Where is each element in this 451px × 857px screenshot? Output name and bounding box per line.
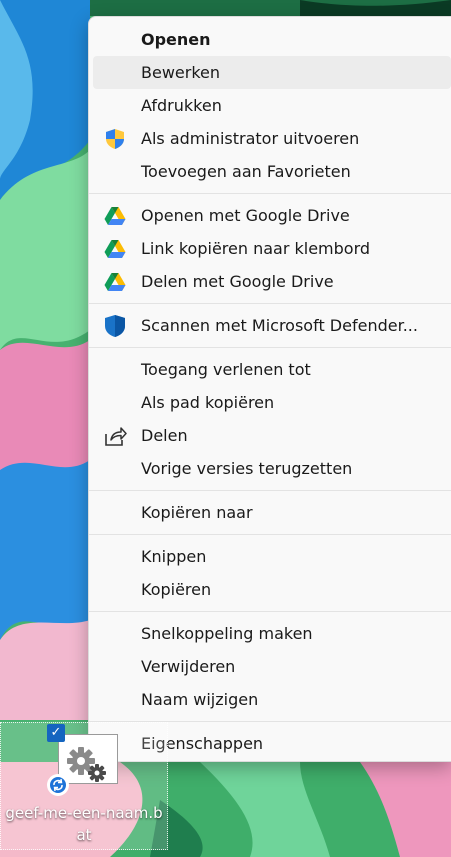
file-name-label[interactable]: geef-me-een-naam.b at: [0, 802, 168, 846]
menu-item-kopieren-naar[interactable]: Kopiëren naar: [93, 496, 451, 529]
menu-item-label: Link kopiëren naar klembord: [141, 239, 371, 258]
menu-item-bewerken[interactable]: Bewerken: [93, 56, 451, 89]
sync-status-icon: [47, 774, 69, 796]
menu-item-toevoegen-aan-favorieten[interactable]: Toevoegen aan Favorieten: [93, 155, 451, 188]
menu-separator: [89, 193, 451, 194]
menu-item-openen[interactable]: Openen: [93, 23, 451, 56]
menu-separator: [89, 534, 451, 535]
menu-item-label: Openen: [141, 30, 211, 49]
menu-item-label: Afdrukken: [141, 96, 222, 115]
menu-item-afdrukken[interactable]: Afdrukken: [93, 89, 451, 122]
menu-item-label: Vorige versies terugzetten: [141, 459, 353, 478]
menu-item-delen[interactable]: Delen: [93, 419, 451, 452]
batch-file-gear-icon: [58, 734, 118, 784]
defender-shield-icon: [103, 314, 127, 338]
menu-item-label: Snelkoppeling maken: [141, 624, 313, 643]
context-menu: Openen Bewerken Afdrukken Als administrator…: [88, 16, 451, 762]
menu-item-kopieren[interactable]: Kopiëren: [93, 573, 451, 606]
menu-separator: [89, 347, 451, 348]
google-drive-icon: [103, 237, 127, 261]
menu-item-label: Toevoegen aan Favorieten: [141, 162, 351, 181]
menu-separator: [89, 611, 451, 612]
menu-item-label: Kopiëren naar: [141, 503, 253, 522]
google-drive-icon: [103, 270, 127, 294]
menu-item-als-administrator-uitvoeren[interactable]: Als administrator uitvoeren: [93, 122, 451, 155]
menu-item-scannen-met-microsoft-defender[interactable]: Scannen met Microsoft Defender...: [93, 309, 451, 342]
menu-item-label: Naam wijzigen: [141, 690, 259, 709]
menu-item-link-kopieren-naar-klembord[interactable]: Link kopiëren naar klembord: [93, 232, 451, 265]
menu-item-label: Verwijderen: [141, 657, 236, 676]
menu-item-label: Openen met Google Drive: [141, 206, 350, 225]
menu-item-label: Als pad kopiëren: [141, 393, 275, 412]
menu-item-delen-met-google-drive[interactable]: Delen met Google Drive: [93, 265, 451, 298]
google-drive-icon: [103, 204, 127, 228]
menu-item-naam-wijzigen[interactable]: Naam wijzigen: [93, 683, 451, 716]
menu-item-label: Kopiëren: [141, 580, 212, 599]
uac-shield-icon: [103, 127, 127, 151]
share-icon: [103, 424, 127, 448]
menu-item-als-pad-kopieren[interactable]: Als pad kopiëren: [93, 386, 451, 419]
menu-separator: [89, 303, 451, 304]
menu-item-openen-met-google-drive[interactable]: Openen met Google Drive: [93, 199, 451, 232]
file-name-line: at: [76, 826, 92, 844]
menu-item-snelkoppeling-maken[interactable]: Snelkoppeling maken: [93, 617, 451, 650]
selection-checkbox[interactable]: ✓: [47, 724, 65, 742]
menu-item-knippen[interactable]: Knippen: [93, 540, 451, 573]
menu-item-label: Bewerken: [141, 63, 221, 82]
menu-item-label: Scannen met Microsoft Defender...: [141, 316, 418, 335]
menu-item-label: Delen: [141, 426, 188, 445]
menu-item-label: Als administrator uitvoeren: [141, 129, 360, 148]
desktop-file-icon[interactable]: ✓ geef-me-een-naam.b at: [0, 722, 168, 850]
menu-separator: [89, 490, 451, 491]
menu-item-label: Knippen: [141, 547, 207, 566]
menu-item-verwijderen[interactable]: Verwijderen: [93, 650, 451, 683]
file-name-line: geef-me-een-naam.b: [5, 804, 163, 822]
menu-item-vorige-versies-terugzetten[interactable]: Vorige versies terugzetten: [93, 452, 451, 485]
menu-item-label: Delen met Google Drive: [141, 272, 334, 291]
menu-item-label: Toegang verlenen tot: [141, 360, 311, 379]
menu-item-toegang-verlenen-tot[interactable]: Toegang verlenen tot: [93, 353, 451, 386]
